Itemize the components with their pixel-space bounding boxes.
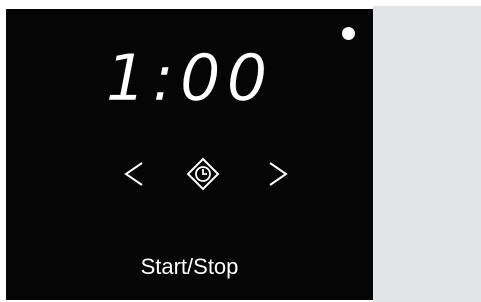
status-dot-icon bbox=[342, 27, 355, 40]
chevron-left-icon bbox=[124, 162, 143, 186]
time-readout: 1:00 bbox=[105, 42, 274, 116]
side-panel bbox=[373, 6, 481, 302]
control-display: 1:00 Start/Stop bbox=[6, 9, 373, 300]
clock-icon bbox=[186, 157, 220, 191]
start-stop-button[interactable]: Start/Stop bbox=[6, 254, 373, 280]
timer-button[interactable] bbox=[186, 157, 220, 191]
previous-button[interactable] bbox=[120, 157, 148, 191]
next-button[interactable] bbox=[264, 157, 292, 191]
appliance-panel: 1:00 Start/Stop bbox=[0, 0, 481, 302]
chevron-right-icon bbox=[269, 162, 288, 186]
